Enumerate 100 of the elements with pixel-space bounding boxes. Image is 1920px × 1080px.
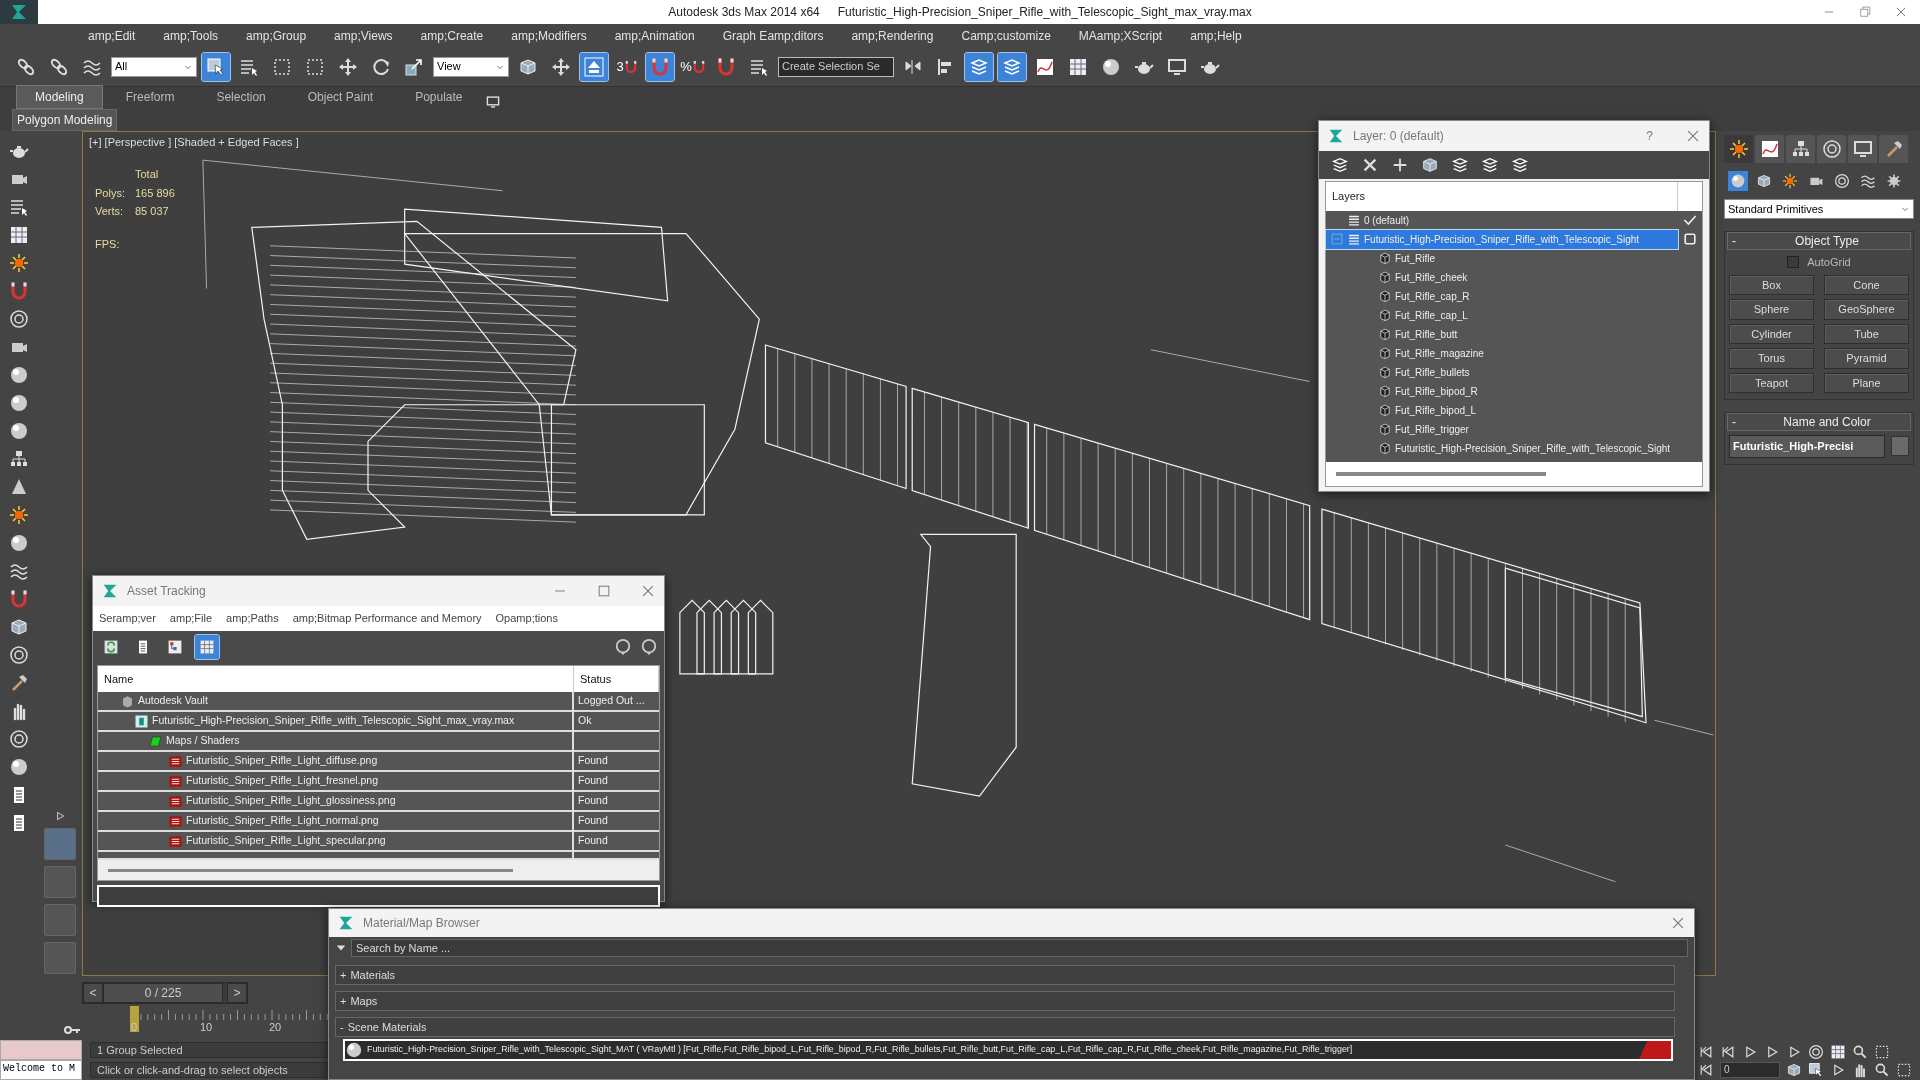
selection-dropdown[interactable]: View [433,56,509,77]
layer-item[interactable]: Fut_Rifle_cap_R [1326,286,1678,306]
ribbon-tab[interactable]: Populate [396,85,482,109]
primitive-button[interactable]: GeoSphere [1824,299,1909,320]
rollout-header[interactable]: - Name and Color [1727,413,1911,431]
category-button[interactable] [1832,171,1852,191]
asset-name[interactable]: Futuristic_Sniper_Rifle_Light_diffuse.png [186,753,378,769]
toolbar-button[interactable]: % [679,52,707,81]
menu-item[interactable]: amp;Paths [226,610,279,627]
delete-icon[interactable] [1361,156,1379,174]
group-header[interactable]: + Maps [335,991,1675,1011]
sphere-icon[interactable] [9,757,29,777]
frame-field[interactable]: 0 [1720,1062,1780,1078]
layer-item[interactable]: Fut_Rifle_trigger [1326,419,1678,439]
sun-icon[interactable] [9,505,29,525]
panel-tab[interactable] [1724,135,1753,163]
skip-start-icon[interactable] [1698,1044,1714,1060]
dashed-square-icon[interactable] [1874,1044,1890,1060]
layer-item[interactable]: Fut_Rifle_cap_L [1326,305,1678,325]
close-icon[interactable] [640,583,656,599]
asset-name[interactable]: Futuristic_Sniper_Rifle_Light_fresnel.png [186,773,379,789]
menu-item[interactable]: amp;Animation [614,26,695,45]
help-icon[interactable] [614,637,632,656]
close-icon[interactable] [1685,128,1701,144]
menu-item[interactable]: amp;Bitmap Performance and Memory [292,610,482,627]
monitor-icon[interactable] [485,95,500,109]
search-field[interactable]: Search by Name ... [351,939,1688,957]
current-frame-marker[interactable] [130,1006,139,1032]
layers-icon[interactable] [1481,156,1499,174]
menu-item[interactable]: amp;Create [420,26,484,45]
panel-tab[interactable] [1817,135,1846,163]
layer-item[interactable]: Fut_Rifle_butt [1326,324,1678,344]
primitive-button[interactable]: Torus [1729,348,1814,369]
sphere-icon[interactable] [9,365,29,385]
magnet-icon[interactable] [9,589,29,609]
category-button[interactable] [1780,171,1800,191]
color-swatch[interactable] [1891,436,1909,457]
panel-tab[interactable] [1786,135,1815,163]
cursor-icon[interactable] [1808,1062,1824,1078]
target-icon[interactable] [9,729,29,749]
cube-icon[interactable] [1786,1062,1802,1078]
primitive-button[interactable]: Teapot [1729,372,1814,393]
scrollbar-icon[interactable] [108,868,513,872]
material-item[interactable]: Futuristic_High-Precision_Sniper_Rifle_with_Telescopic_Sight_MAT ( VRayMtl ) [Fut_Rifle,Fut_Rifle_bipod_L,Fut_Rifle_bipod_R,Fut_Rifle_bullets,Fut_Rifle_butt,Fut_Rifle_cap_L,Fut_Rifle_cap_R,Fut_Rifle_cheek,Fut_Rifle_magazine,Fut_Rifle_trigger] [343,1039,1673,1061]
layer-item[interactable]: Fut_Rifle_magazine [1326,343,1678,363]
target-icon[interactable] [1808,1044,1824,1060]
sphere-icon[interactable] [9,421,29,441]
primitive-button[interactable]: Sphere [1729,299,1814,320]
zoom-icon[interactable] [1874,1062,1890,1078]
skip-start-icon[interactable] [1698,1062,1714,1078]
asset-name[interactable]: Futuristic_Sniper_Rifle_Light_specular.png [186,833,386,849]
menu-item[interactable]: MAamp;XScript [1078,26,1163,45]
asset-name[interactable]: Futuristic_High-Precision_Sniper_Rifle_with_Telescopic_Sight_max_vray.max [152,713,515,729]
selection-dropdown[interactable]: All [111,56,197,77]
help-icon[interactable] [640,637,658,656]
empty-box-icon[interactable] [1682,231,1698,247]
previous-frame-button[interactable]: < [83,983,103,1003]
menu-item[interactable]: amp;File [169,610,213,627]
menu-item[interactable]: amp;Rendering [851,26,934,45]
layer-item[interactable]: Fut_Rifle_bipod_R [1326,381,1678,401]
toolbar-button[interactable] [202,52,230,81]
panel-tab[interactable] [1879,135,1908,163]
layers-icon[interactable] [1511,156,1529,174]
primitive-button[interactable]: Tube [1824,323,1909,344]
target-icon[interactable] [9,309,29,329]
ribbon-tab[interactable]: Freeform [106,85,194,109]
asset-name[interactable]: Futuristic_Sniper_Rifle_Light_glossiness.png [186,793,396,809]
group-header[interactable]: + Materials [335,965,1675,985]
menu-item[interactable]: amp;Tools [163,26,219,45]
panel-tab[interactable] [1848,135,1877,163]
menu-item[interactable]: Seramp;ver [99,610,156,627]
app-logo-icon[interactable] [9,2,29,22]
close-icon[interactable] [1670,915,1686,931]
primitive-button[interactable]: Plane [1824,372,1909,393]
menu-item[interactable]: Camp;customize [961,26,1051,45]
ribbon-tab[interactable]: Object Paint [288,85,393,109]
layer-item[interactable]: 0 (default) [1326,210,1678,230]
menu-item[interactable]: amp;Views [334,26,393,45]
play-icon[interactable] [54,810,66,822]
ribbon-panel-label[interactable]: Polygon Modeling [12,109,118,131]
layer-item[interactable]: Fut_Rifle_bipod_L [1326,400,1678,420]
menu-item[interactable]: amp;Modifiers [511,26,587,45]
layer-item[interactable]: Fut_Rifle_bullets [1326,362,1678,382]
menu-item[interactable]: Graph Eamp;ditors [722,26,824,45]
close-icon[interactable] [1894,5,1908,19]
sphere-icon[interactable] [9,533,29,553]
menu-item[interactable]: amp;Edit [88,26,136,45]
target-icon[interactable] [9,645,29,665]
layers-icon[interactable] [1331,156,1349,174]
menu-item[interactable]: amp;Help [1190,26,1242,45]
object-name-field[interactable]: Futuristic_High-Precisi [1729,435,1885,458]
toolbar-button[interactable]: 3 [613,52,641,81]
primitive-button[interactable]: Pyramid [1824,348,1909,369]
menu-item[interactable]: amp;Group [246,26,307,45]
cube-icon[interactable] [9,617,29,637]
cone-icon[interactable] [9,477,29,497]
category-button[interactable] [1728,171,1748,191]
scrollbar-icon[interactable] [1336,471,1546,476]
menu-item[interactable]: Opamp;tions [495,610,558,627]
next-frame-button[interactable]: > [227,983,247,1003]
